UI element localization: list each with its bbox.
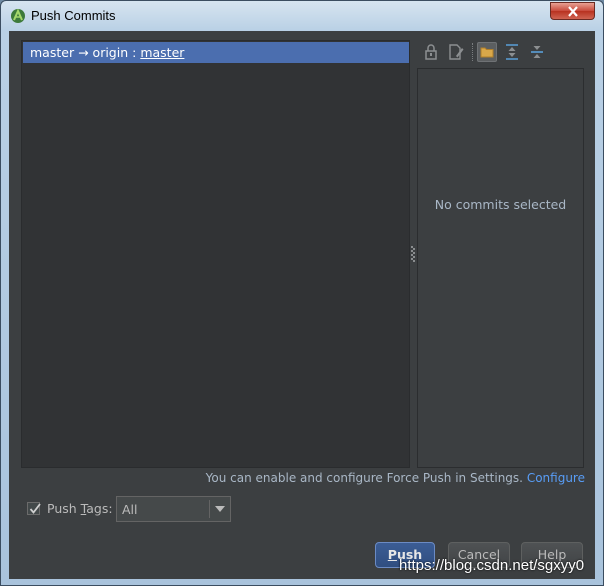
commits-tree[interactable]: master → origin : master: [21, 40, 410, 468]
push-tags-label: Push Tags:: [47, 501, 113, 516]
push-tags-select-value: All: [122, 502, 138, 517]
title-bar[interactable]: Push Commits: [1, 1, 603, 31]
group-by-directory-button[interactable]: [477, 42, 497, 62]
close-button[interactable]: [550, 2, 595, 20]
lock-icon: [425, 44, 437, 60]
edit-button[interactable]: [446, 42, 466, 62]
push-tags-label-start: Push: [47, 501, 81, 516]
details-toolbar: [419, 40, 584, 66]
push-tags-label-end: ags:: [86, 501, 113, 516]
splitter-grip-icon[interactable]: [411, 246, 415, 262]
expand-all-icon: [506, 44, 518, 60]
force-push-text: You can enable and configure Force Push …: [205, 471, 523, 485]
watermark-text: https://blog.csdn.net/sgxyy0: [399, 557, 585, 574]
close-icon: [568, 6, 578, 17]
collapse-all-icon: [531, 46, 543, 58]
configure-link[interactable]: Configure: [527, 471, 585, 485]
remote-name: origin :: [92, 45, 137, 60]
push-mnemonic: P: [387, 547, 397, 562]
branch-row[interactable]: master → origin : master: [23, 42, 409, 63]
commit-details-panel: No commits selected: [417, 68, 584, 468]
push-commits-dialog: Push Commits master → origin : master No…: [0, 0, 604, 586]
combo-divider: [209, 500, 210, 518]
toolbar-separator: [472, 43, 474, 61]
push-tags-checkbox[interactable]: [27, 502, 41, 515]
edit-icon: [449, 44, 464, 60]
empty-state-text: No commits selected: [434, 197, 567, 212]
android-studio-icon: [11, 8, 25, 23]
expand-all-button[interactable]: [502, 42, 522, 62]
collapse-all-button[interactable]: [527, 42, 547, 62]
folder-icon: [480, 47, 494, 58]
window-title: Push Commits: [31, 8, 116, 23]
chevron-down-icon: [215, 506, 225, 512]
arrow-icon: →: [78, 45, 89, 60]
lock-button[interactable]: [421, 42, 441, 62]
force-push-info: You can enable and configure Force Push …: [206, 471, 585, 485]
dialog-content: master → origin : master No commits sele…: [9, 31, 595, 579]
push-tags-select[interactable]: All: [116, 496, 231, 522]
remote-branch-link[interactable]: master: [140, 45, 184, 60]
local-branch: master: [30, 45, 75, 60]
checkmark-icon: [29, 503, 41, 514]
